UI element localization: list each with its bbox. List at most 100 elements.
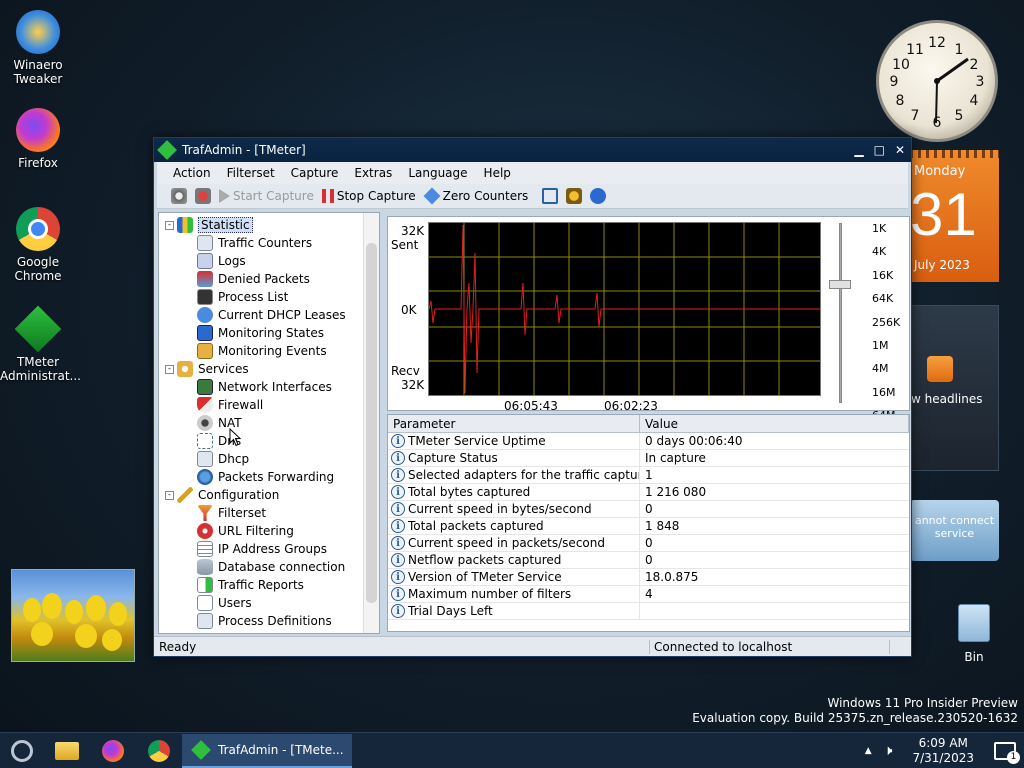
window-titlebar[interactable]: TrafAdmin - [TMeter] ▁ □ ✕ <box>154 138 911 162</box>
row-value: 0 days 00:06:40 <box>645 434 743 448</box>
menu-capture[interactable]: Capture <box>285 164 345 182</box>
scale-slider-track[interactable] <box>839 223 842 403</box>
tree-node-database-connection[interactable]: Database connection <box>197 558 345 576</box>
table-row[interactable]: i Current speed in packets/second 0 <box>388 535 909 552</box>
traffic-graph-svg <box>428 223 820 395</box>
table-row[interactable]: i Capture Status In capture <box>388 450 909 467</box>
tree-label: Users <box>218 596 252 610</box>
table-row[interactable]: i Trial Days Left <box>388 603 909 620</box>
tree-label: Traffic Counters <box>218 236 313 250</box>
tree-node-traffic-reports[interactable]: Traffic Reports <box>197 576 304 594</box>
table-row[interactable]: i Total packets captured 1 848 <box>388 518 909 535</box>
tree-node-network-interfaces[interactable]: Network Interfaces <box>197 378 332 396</box>
search-icon[interactable] <box>542 188 559 204</box>
minimize-button[interactable]: ▁ <box>854 143 863 157</box>
scale-label: 64K <box>872 292 894 306</box>
taskbar-explorer[interactable] <box>44 734 90 768</box>
menu-language[interactable]: Language <box>402 164 473 182</box>
event-icon <box>197 343 213 359</box>
notification-button[interactable]: 1 <box>994 742 1020 764</box>
taskbar-chrome[interactable] <box>136 734 182 768</box>
menu-extras[interactable]: Extras <box>348 164 398 182</box>
maximize-button[interactable]: □ <box>874 143 885 157</box>
row-value: 18.0.875 <box>645 570 699 584</box>
column-header-parameter[interactable]: Parameter <box>388 415 640 432</box>
start-capture-button[interactable]: Start Capture <box>219 189 314 203</box>
tree-node-dhcp[interactable]: Dhcp <box>197 450 249 468</box>
tree-node-users[interactable]: Users <box>197 594 252 612</box>
desktop-icon-chrome[interactable]: Google Chrome <box>0 207 76 283</box>
tree-node-url-filtering[interactable]: URL Filtering <box>197 522 294 540</box>
table-row[interactable]: i Selected adapters for the traffic captu… <box>388 467 909 484</box>
taskbar-app-label: TrafAdmin - [TMete... <box>218 742 344 757</box>
tree-label: Firewall <box>218 398 264 412</box>
tree-scrollbar[interactable] <box>363 213 379 633</box>
table-row[interactable]: i Current speed in bytes/second 0 <box>388 501 909 518</box>
scrollbar-thumb[interactable] <box>366 243 377 603</box>
calendar-gadget[interactable]: Monday 31 July 2023 <box>910 150 999 282</box>
tree-expander[interactable]: - <box>165 491 174 500</box>
taskbar-firefox[interactable] <box>90 734 136 768</box>
help-icon[interactable] <box>590 188 607 204</box>
tree-expander[interactable]: - <box>165 221 174 230</box>
menu-filterset[interactable]: Filterset <box>221 164 281 182</box>
settings-icon[interactable] <box>171 188 187 204</box>
taskbar-trafadmin[interactable]: TrafAdmin - [TMete... <box>182 733 352 768</box>
tree-node-ip-address-groups[interactable]: IP Address Groups <box>197 540 327 558</box>
tray-clock[interactable]: 6:09 AM 7/31/2023 <box>904 736 982 766</box>
table-row[interactable]: i Netflow packets captured 0 <box>388 552 909 569</box>
clock-gadget[interactable]: 12 1 2 3 4 5 6 7 8 9 10 11 <box>876 20 998 142</box>
tree-node-filterset[interactable]: Filterset <box>197 504 266 522</box>
disconnect-icon[interactable] <box>195 188 211 204</box>
tree-node-logs[interactable]: Logs <box>197 252 246 270</box>
tree-node-denied-packets[interactable]: Denied Packets <box>197 270 310 288</box>
weather-gadget[interactable]: annot connect service <box>910 500 999 561</box>
table-row[interactable]: i TMeter Service Uptime 0 days 00:06:40 <box>388 433 909 450</box>
trafadmin-window[interactable]: TrafAdmin - [TMeter] ▁ □ ✕ Action Filter… <box>153 137 912 657</box>
tree-node-traffic-counters[interactable]: Traffic Counters <box>197 234 312 252</box>
tray-caret-icon[interactable]: ▲ <box>865 746 872 756</box>
tree-node-process-list[interactable]: Process List <box>197 288 288 306</box>
start-button[interactable] <box>0 734 44 768</box>
recycle-bin[interactable]: Bin <box>944 604 1004 664</box>
stop-capture-button[interactable]: Stop Capture <box>321 189 416 203</box>
column-header-value[interactable]: Value <box>640 415 909 432</box>
menu-help[interactable]: Help <box>478 164 517 182</box>
desktop-icon-winaero[interactable]: Winaero Tweaker <box>0 10 76 86</box>
tree-node-dhcp-leases[interactable]: Current DHCP Leases <box>197 306 346 324</box>
key-icon[interactable] <box>566 188 583 204</box>
clock-numeral: 1 <box>955 42 964 58</box>
start-capture-label: Start Capture <box>233 189 314 203</box>
scale-slider-thumb[interactable] <box>829 280 851 289</box>
tree-node-firewall[interactable]: Firewall <box>197 396 263 414</box>
tree-node-monitoring-states[interactable]: Monitoring States <box>197 324 324 342</box>
table-row[interactable]: i Version of TMeter Service 18.0.875 <box>388 569 909 586</box>
row-value: 4 <box>645 587 653 601</box>
scale-label: 16M <box>872 385 896 399</box>
info-icon: i <box>391 553 405 567</box>
tree-node-monitoring-events[interactable]: Monitoring Events <box>197 342 327 360</box>
tree-node-services[interactable]: Services <box>177 360 249 378</box>
volume-icon[interactable]: 🕨 <box>884 743 893 759</box>
menu-action[interactable]: Action <box>167 164 217 182</box>
tree-node-configuration[interactable]: Configuration <box>177 486 279 504</box>
tree-expander[interactable]: - <box>165 365 174 374</box>
table-row[interactable]: i Maximum number of filters 4 <box>388 586 909 603</box>
zero-counters-button[interactable]: Zero Counters <box>423 187 528 205</box>
desktop-icon-tmeter[interactable]: TMeter Administrat... <box>0 305 81 383</box>
row-parameter: Current speed in bytes/second <box>408 502 592 516</box>
news-gadget[interactable]: w headlines <box>910 305 999 471</box>
navigation-tree[interactable]: - Statistic Traffic Counters Logs Denied… <box>158 212 380 634</box>
info-icon: i <box>391 434 405 448</box>
firefox-icon <box>102 739 124 762</box>
desktop-icon-firefox[interactable]: Firefox <box>0 108 76 170</box>
statistics-grid[interactable]: Parameter Value i TMeter Service Uptime 0 … <box>387 414 910 632</box>
slideshow-gadget[interactable] <box>11 569 135 662</box>
tree-node-packets-forwarding[interactable]: Packets Forwarding <box>197 468 334 486</box>
close-button[interactable]: ✕ <box>895 143 905 157</box>
tree-node-statistic[interactable]: Statistic <box>177 216 253 234</box>
table-row[interactable]: i Total bytes captured 1 216 080 <box>388 484 909 501</box>
tree-node-process-definitions[interactable]: Process Definitions <box>197 612 332 630</box>
info-icon: i <box>391 519 405 533</box>
scale-label: 1K <box>872 222 887 235</box>
